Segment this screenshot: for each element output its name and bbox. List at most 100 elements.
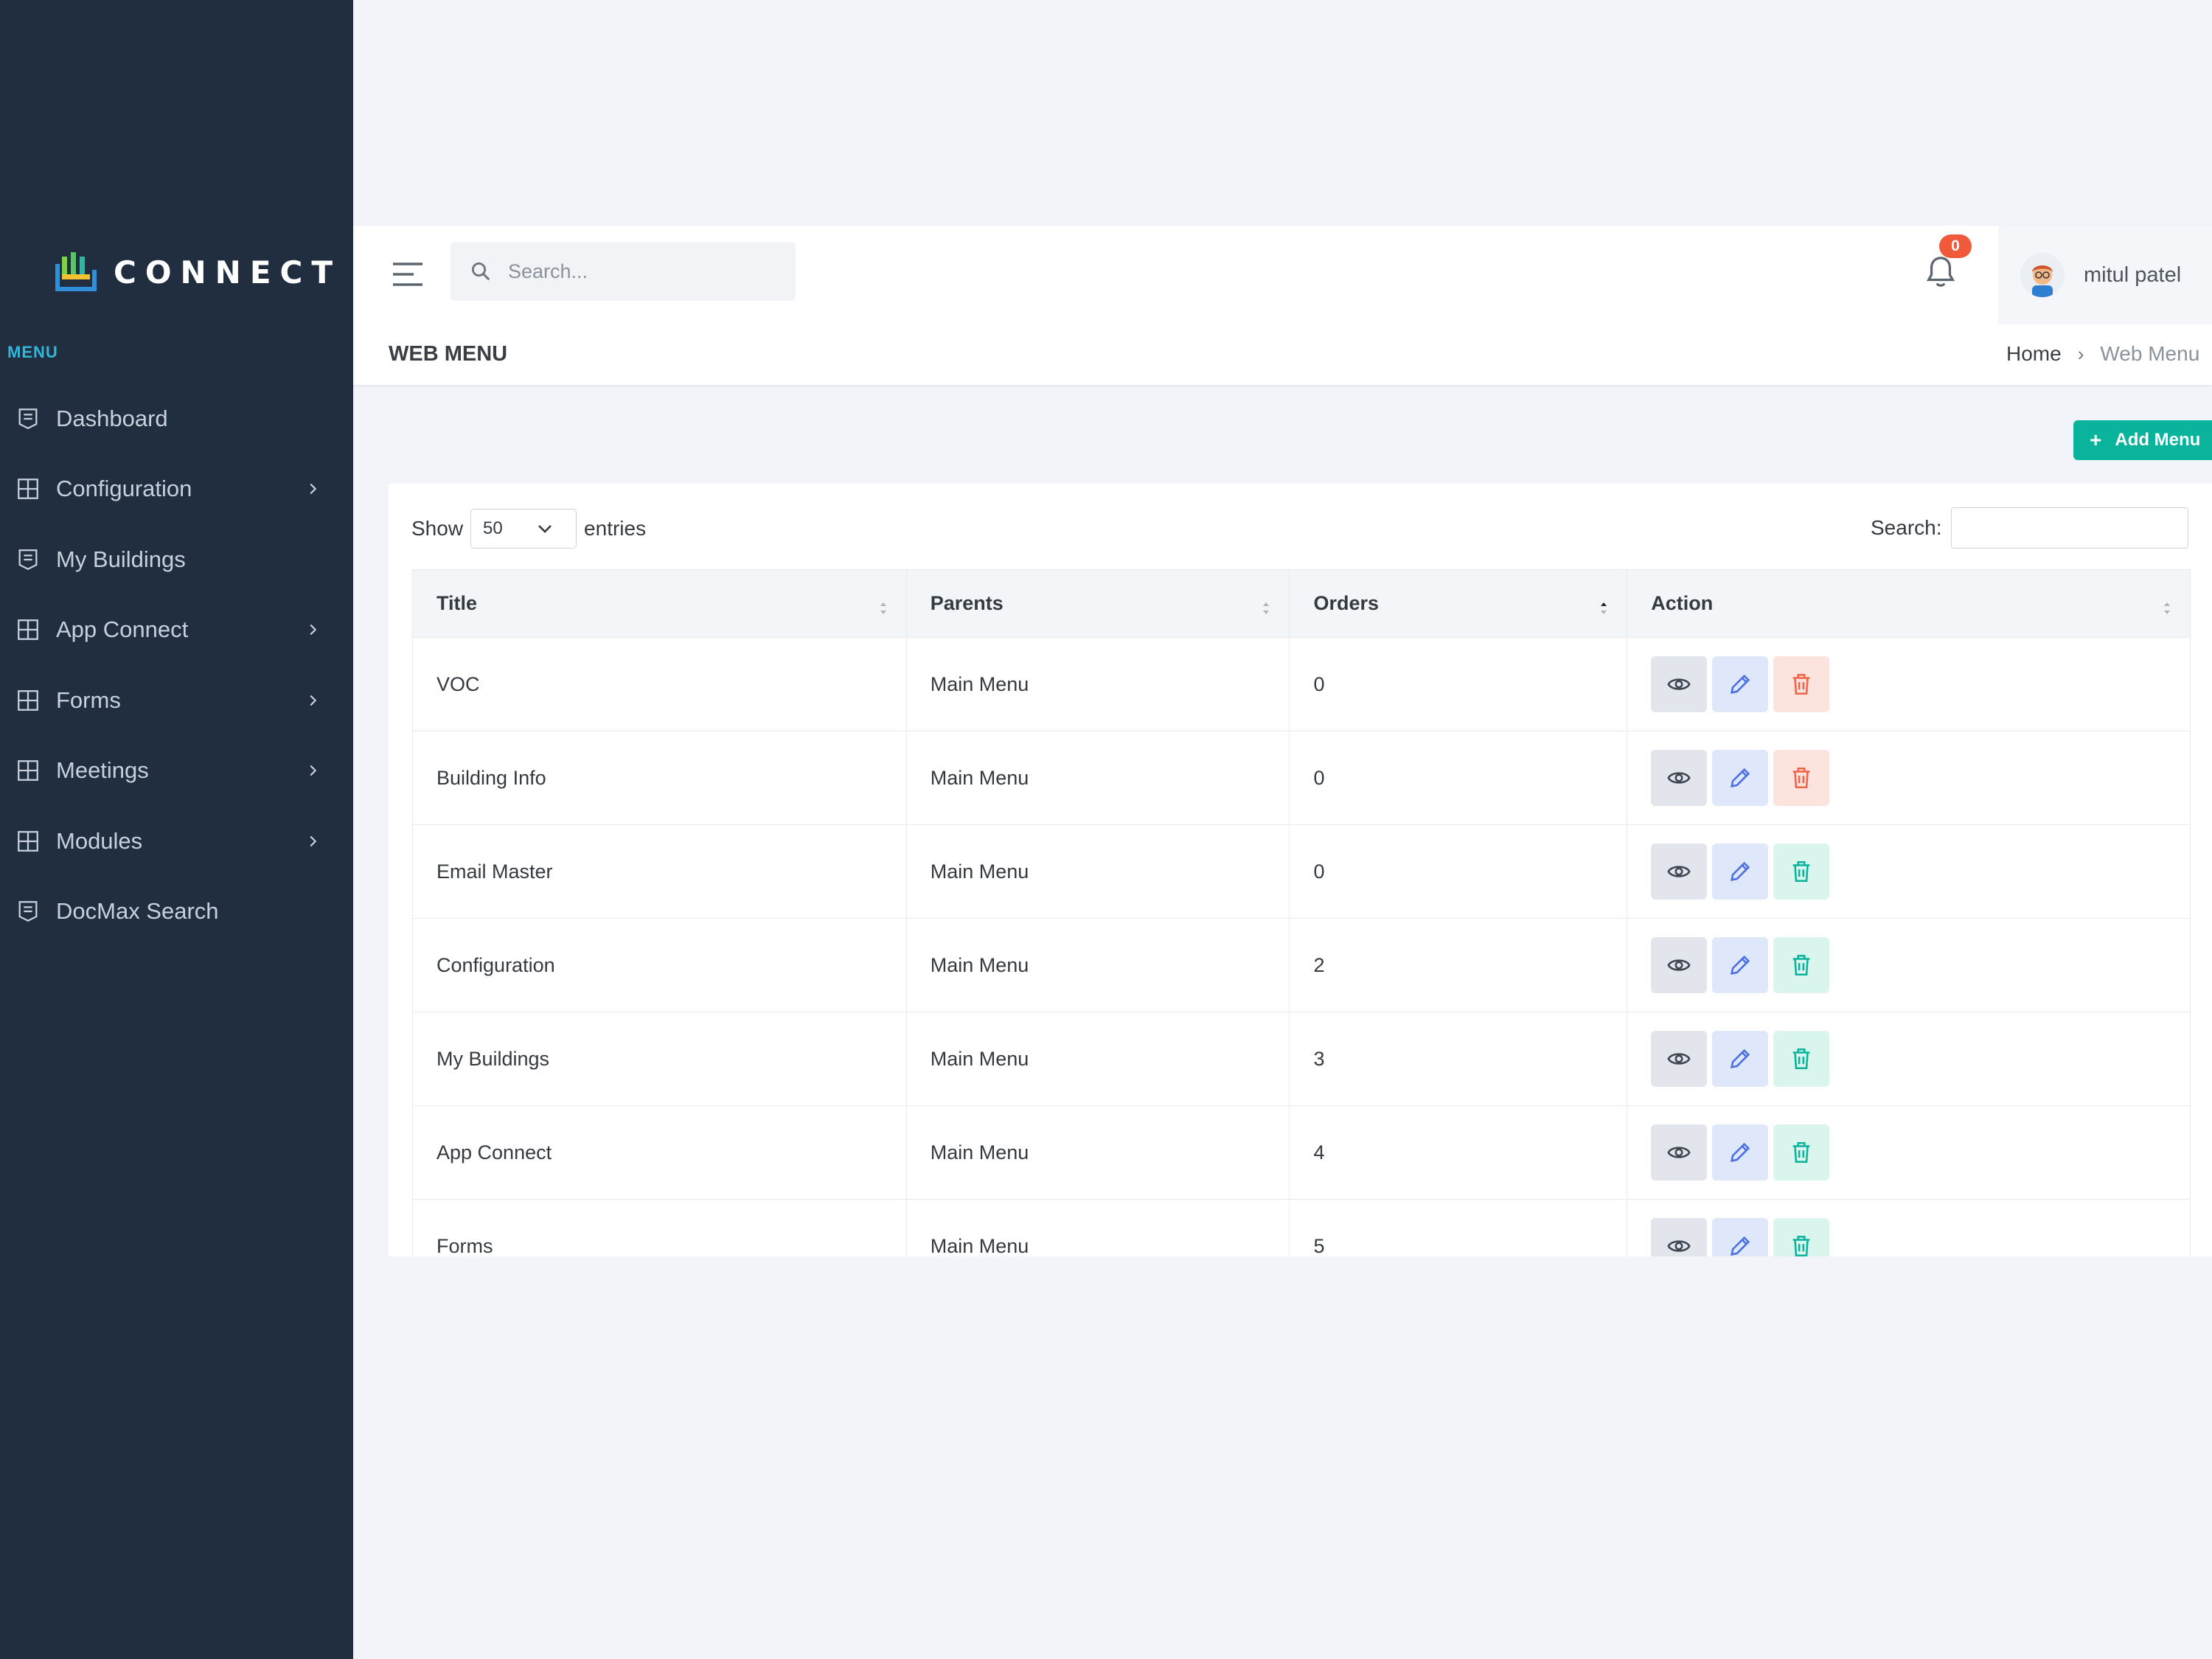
web-menu-table: Title Parents Orders Action VOC Main Men… (412, 569, 2191, 1256)
add-menu-button[interactable]: + Add Menu (2073, 420, 2212, 460)
sidebar-item-my-buildings[interactable]: My Buildings (0, 524, 353, 595)
sidebar-item-forms[interactable]: Forms (0, 665, 353, 736)
row-actions (1651, 844, 2190, 900)
table-row: Forms Main Menu 5 (412, 1199, 2191, 1256)
sidebar-item-app-connect[interactable]: App Connect (0, 595, 353, 666)
edit-button[interactable] (1712, 844, 1769, 900)
chevron-right-icon (310, 765, 317, 776)
table-search: Search: (1871, 507, 2188, 549)
sidebar-item-label: My Buildings (56, 546, 186, 572)
cell-order: 4 (1289, 1105, 1628, 1200)
cell-actions (1627, 1012, 2191, 1106)
sidebar-item-label: DocMax Search (56, 898, 219, 925)
page-size-select[interactable]: 50 (470, 509, 577, 549)
app-logo[interactable]: CONNECT (52, 248, 341, 296)
user-profile-menu[interactable]: mitul patel (1998, 226, 2212, 324)
delete-button[interactable] (1773, 656, 1830, 712)
list-shield-icon (15, 898, 41, 925)
notification-button[interactable] (1924, 254, 1961, 295)
column-header-parents[interactable]: Parents (905, 569, 1290, 638)
show-label: Show (411, 517, 464, 540)
chevron-down-icon (538, 525, 552, 533)
cell-order: 3 (1289, 1012, 1628, 1106)
delete-button[interactable] (1773, 750, 1830, 806)
cell-parent: Main Menu (905, 637, 1290, 731)
cell-title: Forms (412, 1199, 907, 1256)
breadcrumb-home-link[interactable]: Home (2006, 342, 2062, 366)
eye-icon (1667, 866, 1691, 877)
table-search-label: Search: (1871, 516, 1942, 539)
view-button[interactable] (1651, 1218, 1708, 1256)
hamburger-menu-icon[interactable] (392, 260, 424, 289)
table-row: Building Info Main Menu 0 (412, 731, 2191, 825)
avatar (2020, 253, 2065, 297)
sort-icon (2164, 602, 2170, 614)
cell-parent: Main Menu (905, 824, 1290, 919)
edit-button[interactable] (1712, 937, 1769, 993)
page-title: WEB MENU (389, 342, 508, 366)
grid-icon (15, 757, 41, 784)
edit-button[interactable] (1712, 1031, 1769, 1087)
user-name: mitul patel (2084, 262, 2182, 287)
page-background (353, 1256, 2212, 1659)
trash-icon (1792, 1141, 1810, 1164)
column-header-title[interactable]: Title (412, 569, 907, 638)
cell-title: App Connect (412, 1105, 907, 1200)
sort-icon (880, 602, 886, 614)
edit-button[interactable] (1712, 750, 1769, 806)
edit-button[interactable] (1712, 1124, 1769, 1180)
pencil-icon (1731, 768, 1750, 787)
eye-icon (1667, 1053, 1691, 1065)
sidebar: CONNECT MENU Dashboard Configuration My … (0, 0, 353, 1659)
cell-parent: Main Menu (905, 918, 1290, 1012)
sidebar-item-dashboard[interactable]: Dashboard (0, 383, 353, 454)
delete-button[interactable] (1773, 844, 1830, 900)
notification-count-badge: 0 (1939, 234, 1972, 258)
view-button[interactable] (1651, 750, 1708, 806)
trash-icon (1792, 860, 1810, 883)
table-row: Configuration Main Menu 2 (412, 918, 2191, 1012)
chevron-right-icon (310, 695, 317, 706)
delete-button[interactable] (1773, 1124, 1830, 1180)
list-shield-icon (15, 406, 41, 432)
web-menu-card: Show 50 entries Search: Title Parents Or… (389, 484, 2212, 1256)
column-header-action[interactable]: Action (1627, 569, 2191, 638)
chevron-right-icon (310, 835, 317, 846)
sidebar-item-label: Dashboard (56, 405, 168, 431)
view-button[interactable] (1651, 1031, 1708, 1087)
cell-title: My Buildings (412, 1012, 907, 1106)
cell-title: Configuration (412, 918, 907, 1012)
edit-button[interactable] (1712, 1218, 1769, 1256)
sidebar-item-configuration[interactable]: Configuration (0, 454, 353, 525)
sidebar-item-modules[interactable]: Modules (0, 806, 353, 877)
sidebar-item-meetings[interactable]: Meetings (0, 736, 353, 807)
table-search-input[interactable] (1950, 507, 2188, 549)
sort-icon (1263, 602, 1270, 614)
delete-button[interactable] (1773, 1031, 1830, 1087)
row-actions (1651, 656, 2190, 712)
list-shield-icon (15, 546, 41, 573)
delete-button[interactable] (1773, 937, 1830, 993)
row-actions (1651, 937, 2190, 993)
view-button[interactable] (1651, 656, 1708, 712)
table-row: Email Master Main Menu 0 (412, 824, 2191, 919)
view-button[interactable] (1651, 937, 1708, 993)
grid-icon (15, 616, 41, 643)
search-icon (472, 262, 490, 281)
delete-button[interactable] (1773, 1218, 1830, 1256)
view-button[interactable] (1651, 1124, 1708, 1180)
sidebar-nav: Dashboard Configuration My Buildings App… (0, 383, 353, 947)
sidebar-item-label: Meetings (56, 757, 149, 784)
view-button[interactable] (1651, 844, 1708, 900)
global-search[interactable] (451, 242, 796, 301)
edit-button[interactable] (1712, 656, 1769, 712)
page-size-value: 50 (483, 518, 503, 538)
cell-actions (1627, 637, 2191, 731)
cell-title: VOC (412, 637, 907, 731)
cell-title: Building Info (412, 731, 907, 825)
cell-parent: Main Menu (905, 1199, 1290, 1256)
column-header-orders[interactable]: Orders (1289, 569, 1628, 638)
global-search-input[interactable] (508, 260, 773, 283)
cell-parent: Main Menu (905, 731, 1290, 825)
sidebar-item-docmax-search[interactable]: DocMax Search (0, 877, 353, 947)
